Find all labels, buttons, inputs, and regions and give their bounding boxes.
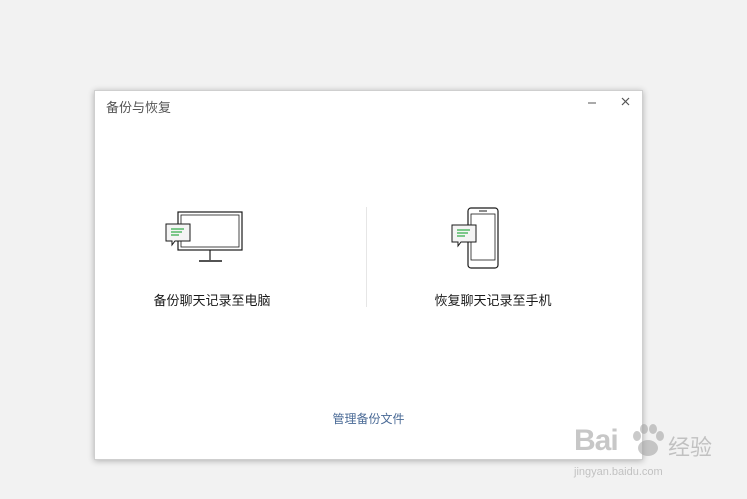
minimize-icon (588, 102, 596, 104)
watermark-jingyan: 经验 (668, 435, 713, 460)
paw-icon (633, 424, 664, 456)
backup-restore-dialog: 备份与恢复 备份聊天记录至电脑 恢复聊天记录至手机 管理备份文件 (94, 90, 643, 460)
watermark-brand: Bai (574, 424, 619, 457)
monitor-chat-icon (165, 211, 243, 262)
minimize-button[interactable] (582, 93, 602, 111)
baidu-jingyan-watermark: Bai 经验 jingyan.baidu.com (572, 420, 742, 492)
manage-backup-files-link[interactable]: 管理备份文件 (95, 410, 642, 427)
backup-to-pc-label: 备份聊天记录至电脑 (153, 294, 271, 309)
close-button[interactable] (616, 93, 636, 111)
backup-to-pc-option[interactable]: 备份聊天记录至电脑 (135, 207, 295, 317)
restore-to-phone-label: 恢复聊天记录至手机 (434, 294, 552, 309)
watermark-url: jingyan.baidu.com (574, 466, 663, 478)
close-icon (621, 97, 630, 106)
dialog-title: 备份与恢复 (106, 101, 172, 116)
restore-to-phone-option[interactable]: 恢复聊天记录至手机 (415, 207, 575, 317)
options-divider (366, 207, 367, 307)
phone-chat-icon (451, 207, 499, 269)
